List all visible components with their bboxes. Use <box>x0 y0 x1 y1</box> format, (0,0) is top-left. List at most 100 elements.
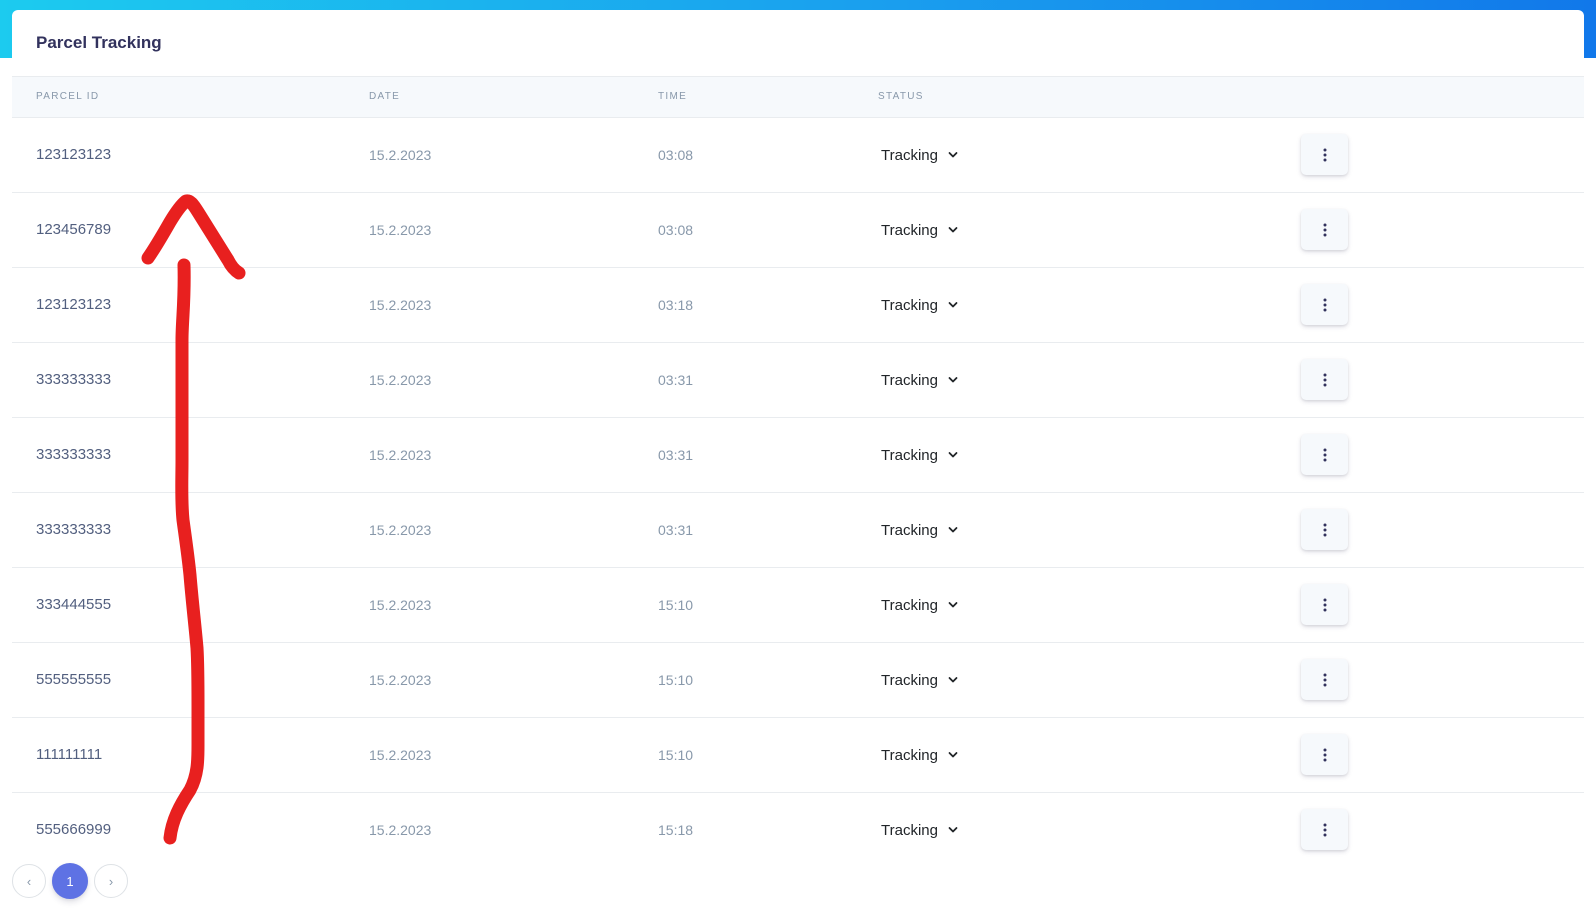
date-cell: 15.2.2023 <box>369 747 432 763</box>
row-actions-button[interactable] <box>1301 359 1348 400</box>
date-cell: 15.2.2023 <box>369 372 432 388</box>
status-label: Tracking <box>881 371 938 389</box>
status-label: Tracking <box>881 446 938 464</box>
time-cell: 15:18 <box>658 822 694 838</box>
table-row: 111111111 15.2.2023 15:10 Tracking <box>12 718 1584 793</box>
table-row: 555555555 15.2.2023 15:10 Tracking <box>12 643 1584 718</box>
status-label: Tracking <box>881 296 938 314</box>
date-cell: 15.2.2023 <box>369 672 432 688</box>
table-body: 123123123 15.2.2023 03:08 Tracking 12345… <box>12 118 1584 867</box>
time-cell: 15:10 <box>658 747 694 763</box>
pagination-next-button[interactable]: › <box>94 864 128 898</box>
time-cell: 03:08 <box>658 147 694 163</box>
card-header: Parcel Tracking <box>12 10 1584 77</box>
chevron-down-icon <box>948 677 958 683</box>
row-actions-button[interactable] <box>1301 134 1348 175</box>
table-row: 555666999 15.2.2023 15:18 Tracking <box>12 793 1584 867</box>
chevron-down-icon <box>948 302 958 308</box>
kebab-menu-icon <box>1323 673 1326 686</box>
row-actions-button[interactable] <box>1301 284 1348 325</box>
parcel-id-cell: 111111111 <box>36 746 103 763</box>
chevron-down-icon <box>948 602 958 608</box>
column-header-time[interactable]: TIME <box>658 77 687 117</box>
chevron-down-icon <box>948 752 958 758</box>
column-header-parcel-id[interactable]: PARCEL ID <box>36 77 99 117</box>
chevron-down-icon <box>948 377 958 383</box>
kebab-menu-icon <box>1323 148 1326 161</box>
date-cell: 15.2.2023 <box>369 297 432 313</box>
status-label: Tracking <box>881 221 938 239</box>
status-dropdown[interactable]: Tracking <box>881 519 958 541</box>
row-actions-button[interactable] <box>1301 659 1348 700</box>
row-actions-button[interactable] <box>1301 734 1348 775</box>
chevron-down-icon <box>948 827 958 833</box>
chevron-down-icon <box>948 152 958 158</box>
parcel-tracking-card: Parcel Tracking PARCEL ID DATE TIME STAT… <box>12 10 1584 918</box>
card-title: Parcel Tracking <box>36 33 162 52</box>
date-cell: 15.2.2023 <box>369 147 432 163</box>
date-cell: 15.2.2023 <box>369 522 432 538</box>
parcel-id-cell: 123123123 <box>36 146 112 163</box>
status-label: Tracking <box>881 746 938 764</box>
time-cell: 15:10 <box>658 672 694 688</box>
status-label: Tracking <box>881 146 938 164</box>
status-dropdown[interactable]: Tracking <box>881 594 958 616</box>
kebab-menu-icon <box>1323 523 1326 536</box>
status-dropdown[interactable]: Tracking <box>881 144 958 166</box>
time-cell: 03:31 <box>658 522 694 538</box>
status-label: Tracking <box>881 671 938 689</box>
parcel-id-cell: 333444555 <box>36 596 112 613</box>
date-cell: 15.2.2023 <box>369 447 432 463</box>
parcel-id-cell: 123123123 <box>36 296 112 313</box>
row-actions-button[interactable] <box>1301 434 1348 475</box>
time-cell: 03:31 <box>658 447 694 463</box>
parcel-id-cell: 555666999 <box>36 821 112 838</box>
table-header: PARCEL ID DATE TIME STATUS <box>12 77 1584 118</box>
kebab-menu-icon <box>1323 223 1326 236</box>
row-actions-button[interactable] <box>1301 209 1348 250</box>
table-row: 123456789 15.2.2023 03:08 Tracking <box>12 193 1584 268</box>
pagination: ‹ 1 › <box>12 862 134 900</box>
table-row: 333333333 15.2.2023 03:31 Tracking <box>12 343 1584 418</box>
parcel-id-cell: 333333333 <box>36 371 112 388</box>
table-row: 333333333 15.2.2023 03:31 Tracking <box>12 418 1584 493</box>
parcel-id-cell: 333333333 <box>36 446 112 463</box>
time-cell: 03:31 <box>658 372 694 388</box>
status-dropdown[interactable]: Tracking <box>881 219 958 241</box>
status-dropdown[interactable]: Tracking <box>881 744 958 766</box>
column-header-date[interactable]: DATE <box>369 77 400 117</box>
date-cell: 15.2.2023 <box>369 822 432 838</box>
status-dropdown[interactable]: Tracking <box>881 669 958 691</box>
table-row: 123123123 15.2.2023 03:18 Tracking <box>12 268 1584 343</box>
parcel-id-cell: 333333333 <box>36 521 112 538</box>
kebab-menu-icon <box>1323 748 1326 761</box>
table-row: 123123123 15.2.2023 03:08 Tracking <box>12 118 1584 193</box>
status-dropdown[interactable]: Tracking <box>881 369 958 391</box>
status-dropdown[interactable]: Tracking <box>881 294 958 316</box>
row-actions-button[interactable] <box>1301 584 1348 625</box>
pagination-prev-button[interactable]: ‹ <box>12 864 46 898</box>
pagination-page-1[interactable]: 1 <box>52 863 88 899</box>
status-dropdown[interactable]: Tracking <box>881 819 958 841</box>
parcel-id-cell: 123456789 <box>36 221 112 238</box>
table-row: 333333333 15.2.2023 03:31 Tracking <box>12 493 1584 568</box>
status-label: Tracking <box>881 821 938 839</box>
kebab-menu-icon <box>1323 373 1326 386</box>
row-actions-button[interactable] <box>1301 509 1348 550</box>
chevron-down-icon <box>948 227 958 233</box>
kebab-menu-icon <box>1323 823 1326 836</box>
status-label: Tracking <box>881 521 938 539</box>
column-header-status[interactable]: STATUS <box>878 77 924 117</box>
chevron-down-icon <box>948 452 958 458</box>
time-cell: 03:08 <box>658 222 694 238</box>
kebab-menu-icon <box>1323 598 1326 611</box>
date-cell: 15.2.2023 <box>369 597 432 613</box>
parcel-id-cell: 555555555 <box>36 671 112 688</box>
table-row: 333444555 15.2.2023 15:10 Tracking <box>12 568 1584 643</box>
row-actions-button[interactable] <box>1301 809 1348 850</box>
chevron-down-icon <box>948 527 958 533</box>
date-cell: 15.2.2023 <box>369 222 432 238</box>
status-label: Tracking <box>881 596 938 614</box>
status-dropdown[interactable]: Tracking <box>881 444 958 466</box>
kebab-menu-icon <box>1323 298 1326 311</box>
